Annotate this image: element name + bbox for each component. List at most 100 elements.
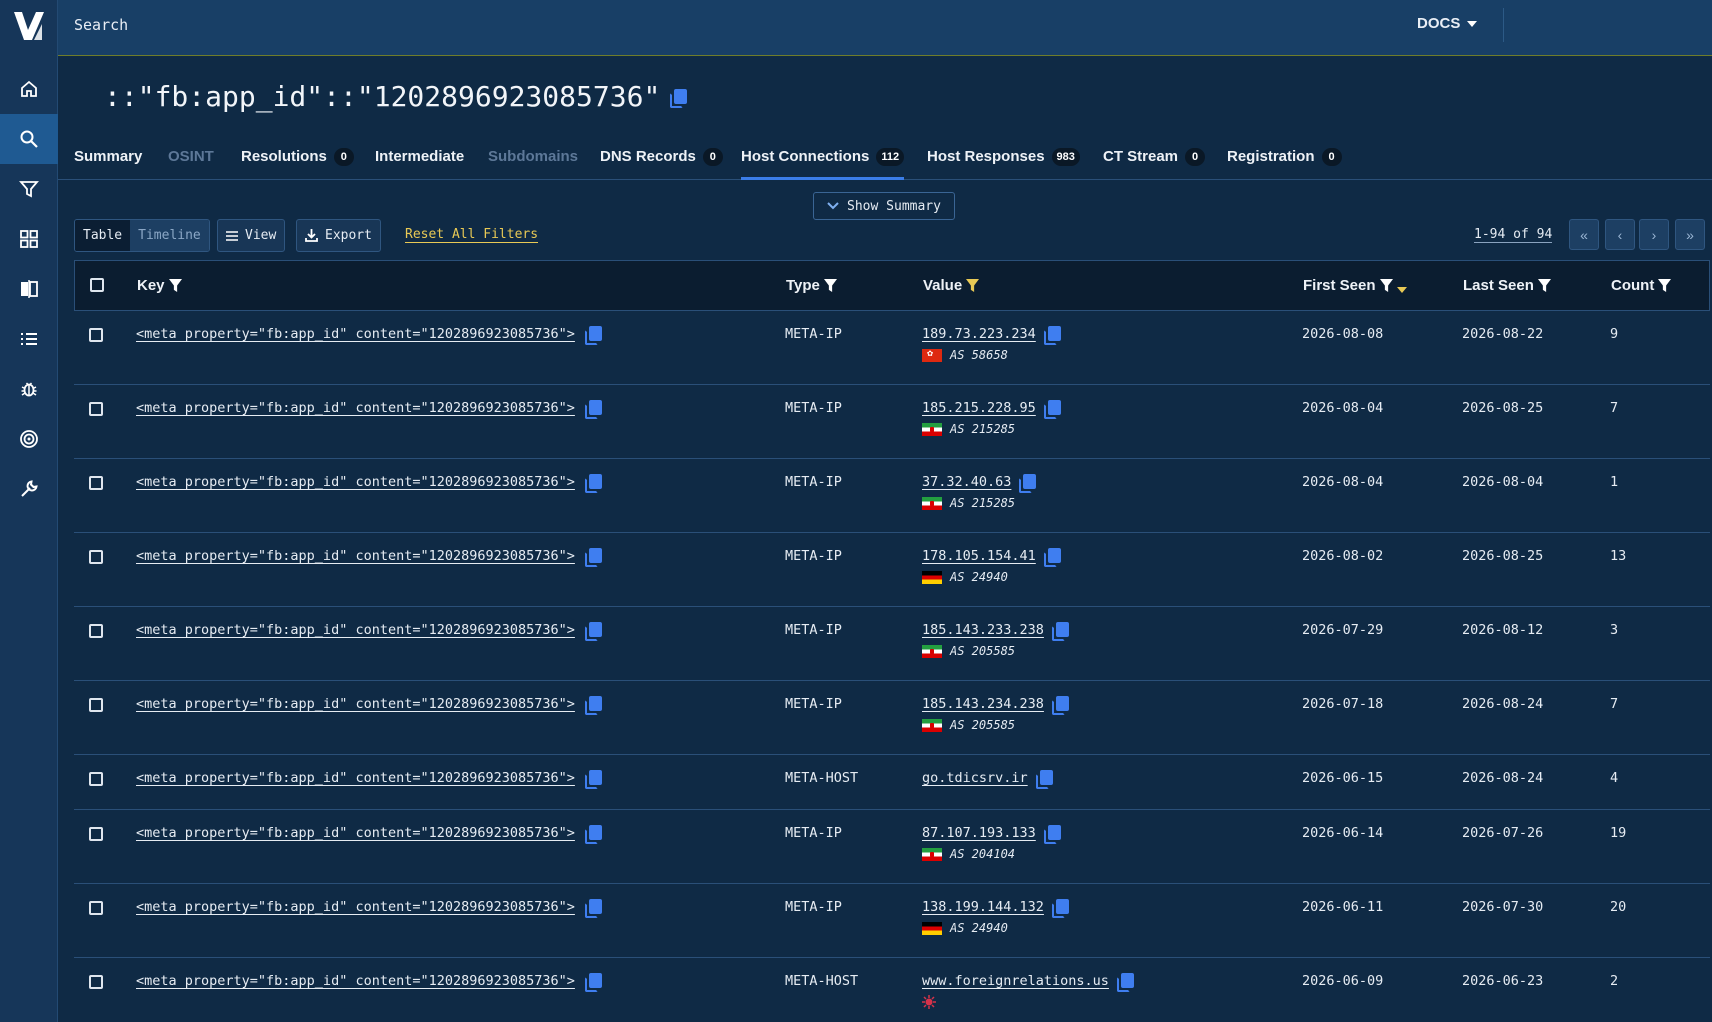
row-checkbox[interactable]	[89, 698, 103, 712]
copy-icon[interactable]	[584, 400, 602, 419]
copy-icon[interactable]	[584, 973, 602, 992]
show-summary-button[interactable]: Show Summary	[813, 192, 955, 220]
filter-icon[interactable]	[823, 279, 837, 292]
row-checkbox[interactable]	[89, 476, 103, 490]
tab-host-connections[interactable]: Host Connections 112	[741, 148, 905, 180]
row-checkbox[interactable]	[89, 772, 103, 786]
copy-icon[interactable]	[1043, 825, 1061, 844]
last-page-button[interactable]: »	[1675, 219, 1705, 250]
copy-icon[interactable]	[584, 770, 602, 789]
sort-descending-icon[interactable]	[1396, 286, 1407, 293]
tab-summary[interactable]: Summary	[74, 148, 142, 180]
key-link[interactable]: <meta property="fb:app_id" content="1202…	[136, 770, 575, 786]
prev-page-button[interactable]: ‹	[1605, 219, 1635, 250]
copy-icon[interactable]	[1043, 326, 1061, 345]
key-link[interactable]: <meta property="fb:app_id" content="1202…	[136, 973, 575, 989]
key-link[interactable]: <meta property="fb:app_id" content="1202…	[136, 474, 575, 490]
value-link[interactable]: go.tdicsrv.ir	[922, 770, 1028, 786]
value-link[interactable]: 37.32.40.63	[922, 474, 1011, 490]
list-icon	[21, 333, 37, 345]
sidebar-item-filter[interactable]	[0, 164, 58, 214]
filter-icon[interactable]	[168, 279, 182, 292]
copy-icon[interactable]	[1051, 622, 1069, 641]
key-link[interactable]: <meta property="fb:app_id" content="1202…	[136, 696, 575, 712]
value-link[interactable]: 138.199.144.132	[922, 899, 1044, 915]
key-link[interactable]: <meta property="fb:app_id" content="1202…	[136, 825, 575, 841]
sidebar-item-search[interactable]	[0, 114, 58, 164]
search-input[interactable]: Search	[74, 16, 128, 34]
copy-icon[interactable]	[584, 825, 602, 844]
sidebar-item-malware[interactable]	[0, 364, 58, 414]
copy-icon[interactable]	[670, 88, 688, 108]
export-button[interactable]: Export	[296, 219, 381, 252]
value-link[interactable]: 185.143.234.238	[922, 696, 1044, 712]
view-table-option[interactable]: Table	[75, 220, 131, 251]
column-header-last-seen[interactable]: Last Seen	[1463, 277, 1551, 294]
filter-icon[interactable]	[1658, 279, 1672, 292]
value-link[interactable]: 185.215.228.95	[922, 400, 1036, 416]
key-link[interactable]: <meta property="fb:app_id" content="1202…	[136, 899, 575, 915]
value-link[interactable]: 178.105.154.41	[922, 548, 1036, 564]
first-seen-cell: 2026-06-15	[1302, 770, 1384, 786]
copy-icon[interactable]	[1116, 973, 1134, 992]
type-cell: META-IP	[785, 696, 842, 712]
copy-icon[interactable]	[584, 326, 602, 345]
docs-menu[interactable]: DOCS	[1417, 15, 1478, 32]
row-checkbox[interactable]	[89, 550, 103, 564]
tab-intermediate[interactable]: Intermediate	[375, 148, 464, 180]
copy-icon[interactable]	[584, 474, 602, 493]
copy-icon[interactable]	[584, 899, 602, 918]
row-checkbox[interactable]	[89, 901, 103, 915]
filter-icon[interactable]	[1379, 279, 1393, 292]
column-header-value[interactable]: Value	[923, 277, 980, 294]
copy-icon[interactable]	[1035, 770, 1053, 789]
logo[interactable]	[0, 0, 58, 52]
row-checkbox[interactable]	[89, 827, 103, 841]
copy-icon[interactable]	[584, 622, 602, 641]
row-checkbox[interactable]	[89, 975, 103, 989]
row-checkbox[interactable]	[89, 402, 103, 416]
column-header-first-seen[interactable]: First Seen	[1303, 277, 1407, 294]
column-header-count[interactable]: Count	[1611, 277, 1672, 294]
tab-host-responses[interactable]: Host Responses 983	[927, 148, 1080, 180]
tab-osint[interactable]: OSINT	[168, 148, 214, 180]
sidebar-item-home[interactable]	[0, 64, 58, 114]
copy-icon[interactable]	[1043, 548, 1061, 567]
value-link[interactable]: 87.107.193.133	[922, 825, 1036, 841]
select-all-checkbox[interactable]	[90, 278, 104, 292]
tab-dns-records[interactable]: DNS Records 0	[600, 148, 723, 180]
sidebar-item-list[interactable]	[0, 314, 58, 364]
view-button[interactable]: View	[217, 219, 286, 252]
copy-icon[interactable]	[1051, 899, 1069, 918]
value-link[interactable]: 189.73.223.234	[922, 326, 1036, 342]
key-link[interactable]: <meta property="fb:app_id" content="1202…	[136, 326, 575, 342]
row-checkbox[interactable]	[89, 624, 103, 638]
copy-icon[interactable]	[1019, 474, 1037, 493]
key-link[interactable]: <meta property="fb:app_id" content="1202…	[136, 548, 575, 564]
sidebar-item-dashboard[interactable]	[0, 214, 58, 264]
first-page-button[interactable]: «	[1569, 219, 1599, 250]
copy-icon[interactable]	[1051, 696, 1069, 715]
sidebar-item-compare[interactable]	[0, 264, 58, 314]
tab-resolutions[interactable]: Resolutions 0	[241, 148, 354, 180]
view-timeline-option[interactable]: Timeline	[130, 220, 209, 251]
copy-icon[interactable]	[1043, 400, 1061, 419]
row-checkbox[interactable]	[89, 328, 103, 342]
tab-registration[interactable]: Registration 0	[1227, 148, 1342, 180]
sidebar-item-target[interactable]	[0, 414, 58, 464]
tab-ct-stream[interactable]: CT Stream 0	[1103, 148, 1206, 180]
value-link[interactable]: www.foreignrelations.us	[922, 973, 1109, 989]
sidebar-item-tools[interactable]	[0, 464, 58, 514]
value-link[interactable]: 185.143.233.238	[922, 622, 1044, 638]
tab-subdomains[interactable]: Subdomains	[488, 148, 578, 180]
key-link[interactable]: <meta property="fb:app_id" content="1202…	[136, 400, 575, 416]
column-header-type[interactable]: Type	[786, 277, 837, 294]
next-page-button[interactable]: ›	[1639, 219, 1669, 250]
copy-icon[interactable]	[584, 696, 602, 715]
key-link[interactable]: <meta property="fb:app_id" content="1202…	[136, 622, 575, 638]
column-header-key[interactable]: Key	[137, 277, 182, 294]
copy-icon[interactable]	[584, 548, 602, 567]
reset-all-filters-link[interactable]: Reset All Filters	[405, 227, 539, 243]
filter-active-icon[interactable]	[966, 279, 980, 292]
filter-icon[interactable]	[1537, 279, 1551, 292]
